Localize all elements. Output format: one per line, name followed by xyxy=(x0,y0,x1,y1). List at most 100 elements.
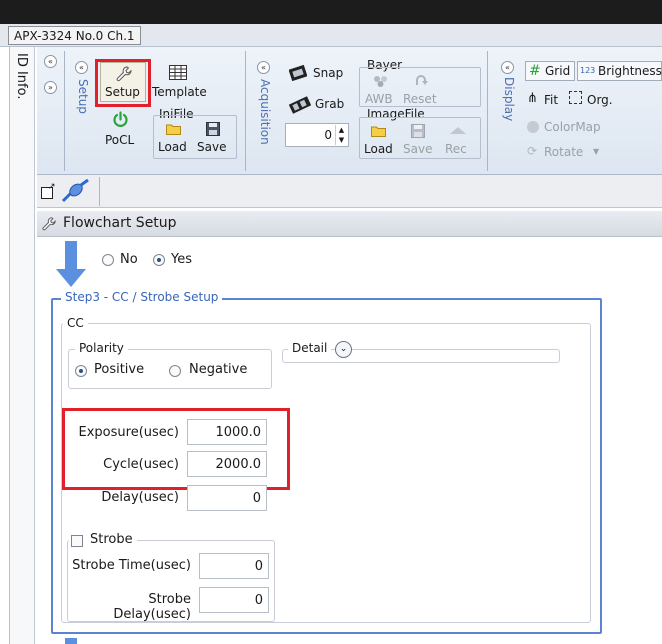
document-tab-strip: APX-3324 No.0 Ch.1 xyxy=(0,24,662,47)
spinner-up-icon[interactable]: ▲ xyxy=(335,125,347,135)
inifile-save-label: Save xyxy=(197,140,227,154)
detail-expand-icon[interactable]: ⌄ xyxy=(335,341,352,358)
acquisition-group-collapse-icon[interactable]: « xyxy=(257,61,270,74)
no-label: No xyxy=(120,252,138,267)
delay-field[interactable]: 0 xyxy=(187,485,267,511)
grid-button[interactable]: # Grid xyxy=(525,61,575,81)
snap-button-label: Snap xyxy=(313,66,344,80)
film-grab-icon xyxy=(289,96,311,114)
positive-label: Positive xyxy=(94,362,145,377)
snap-button[interactable]: Snap xyxy=(287,62,349,84)
inifile-save-button[interactable]: Save xyxy=(195,121,233,157)
restore-window-icon[interactable]: ↗ xyxy=(41,182,56,199)
spinner-down-icon[interactable]: ▼ xyxy=(335,135,347,145)
negative-label: Negative xyxy=(189,362,248,377)
awb-icon xyxy=(374,76,387,87)
rec-tape-icon xyxy=(450,127,466,134)
imagefile-save-button[interactable]: Save xyxy=(399,123,437,159)
strobe-time-field[interactable]: 0 xyxy=(199,553,269,579)
display-group-collapse-icon[interactable]: « xyxy=(501,61,514,74)
save-disk-icon xyxy=(411,124,425,138)
awb-button-label: AWB xyxy=(365,92,393,106)
exposure-label: Exposure(usec) xyxy=(78,425,179,440)
pocl-button-label: PoCL xyxy=(105,133,135,147)
imagefile-save-label: Save xyxy=(403,142,433,156)
step3-title: Step3 - CC / Strobe Setup xyxy=(61,290,223,304)
reset-button-label: Reset xyxy=(403,92,437,106)
brightness-button-label: Brightness xyxy=(598,64,662,78)
film-snap-icon xyxy=(289,64,307,82)
folder-icon xyxy=(371,126,386,137)
imagefile-load-button[interactable]: Load xyxy=(361,123,397,159)
inifile-load-label: Load xyxy=(158,140,187,154)
connect-plug-icon[interactable] xyxy=(61,179,91,204)
template-button-label: Template xyxy=(152,85,207,99)
reset-button[interactable]: Reset xyxy=(401,73,441,107)
no-radio[interactable] xyxy=(102,254,114,266)
detail-label: Detail xyxy=(288,341,332,355)
original-size-icon xyxy=(569,91,582,104)
fit-button-label: Fit xyxy=(544,93,559,107)
brightness-button[interactable]: 123 Brightness xyxy=(577,61,662,81)
imagefile-load-label: Load xyxy=(364,142,393,156)
ribbon-separator xyxy=(64,51,65,171)
imagefile-rec-label: Rec xyxy=(445,142,467,156)
strobe-time-label: Strobe Time(usec) xyxy=(72,558,191,573)
flow-arrow-icon xyxy=(56,241,86,287)
org-button-label: Org. xyxy=(587,93,613,107)
template-button[interactable]: Template xyxy=(150,63,210,103)
yes-label: Yes xyxy=(171,252,192,267)
frame-count-value: 0 xyxy=(324,128,332,142)
ribbon-separator xyxy=(245,51,246,171)
colormap-button[interactable]: ColorMap xyxy=(527,118,607,138)
top-dark-strip xyxy=(0,0,662,24)
id-info-label: ID Info. xyxy=(14,53,29,100)
toolbar-separator xyxy=(99,177,100,206)
frame-count-spinner[interactable]: 0 ▲ ▼ xyxy=(285,123,349,147)
rotate-button[interactable]: ⟳ Rotate ▼ xyxy=(527,143,607,163)
document-tab[interactable]: APX-3324 No.0 Ch.1 xyxy=(8,26,141,45)
pocl-button[interactable]: PoCL xyxy=(101,109,141,149)
setup-group-label: Setup xyxy=(76,79,90,114)
reset-arrow-icon xyxy=(416,75,428,85)
secondary-toolbar: ↗ xyxy=(37,175,662,208)
negative-radio[interactable] xyxy=(169,365,181,377)
exposure-field[interactable]: 1000.0 xyxy=(187,419,267,445)
cycle-label: Cycle(usec) xyxy=(103,457,179,472)
strobe-checkbox[interactable] xyxy=(71,535,83,547)
colormap-icon xyxy=(527,121,539,133)
setup-button[interactable]: Setup xyxy=(100,62,146,102)
power-icon xyxy=(113,111,128,127)
polarity-label: Polarity xyxy=(75,341,128,355)
acquisition-group-label: Acquisition xyxy=(258,79,272,145)
save-disk-icon xyxy=(206,122,220,136)
brightness-123-icon: 123 xyxy=(580,66,596,75)
strobe-label: Strobe xyxy=(90,532,133,547)
strobe-delay-label: Strobe Delay(usec) xyxy=(113,592,191,622)
expand-right-icon[interactable]: » xyxy=(44,81,57,94)
strobe-delay-field[interactable]: 0 xyxy=(199,587,269,613)
wrench-icon xyxy=(116,66,132,82)
next-flow-arrow-icon xyxy=(65,638,77,644)
delay-label: Delay(usec) xyxy=(101,490,179,505)
setup-group-collapse-icon[interactable]: « xyxy=(75,61,88,74)
cc-label: CC xyxy=(63,316,88,330)
imagefile-rec-button[interactable]: Rec xyxy=(439,123,477,159)
collapse-left-icon[interactable]: « xyxy=(44,55,57,68)
rotate-button-label: Rotate xyxy=(544,145,584,159)
wrench-icon xyxy=(42,217,56,231)
positive-radio[interactable] xyxy=(75,365,87,377)
org-button[interactable]: Org. xyxy=(569,91,617,111)
panel-title: Flowchart Setup xyxy=(63,215,177,231)
fit-button[interactable]: ⋔ Fit xyxy=(527,91,567,111)
cycle-field[interactable]: 2000.0 xyxy=(187,451,267,477)
ribbon-separator xyxy=(487,51,488,171)
inifile-load-button[interactable]: Load xyxy=(155,121,193,157)
setup-button-label: Setup xyxy=(105,85,140,99)
awb-button[interactable]: AWB xyxy=(363,73,399,107)
display-group-label: Display xyxy=(502,77,516,122)
grab-button[interactable]: Grab xyxy=(287,93,349,115)
yes-radio[interactable] xyxy=(153,254,165,266)
id-info-pane[interactable]: ID Info. xyxy=(10,47,35,644)
fit-arrows-icon: ⋔ xyxy=(527,91,538,106)
